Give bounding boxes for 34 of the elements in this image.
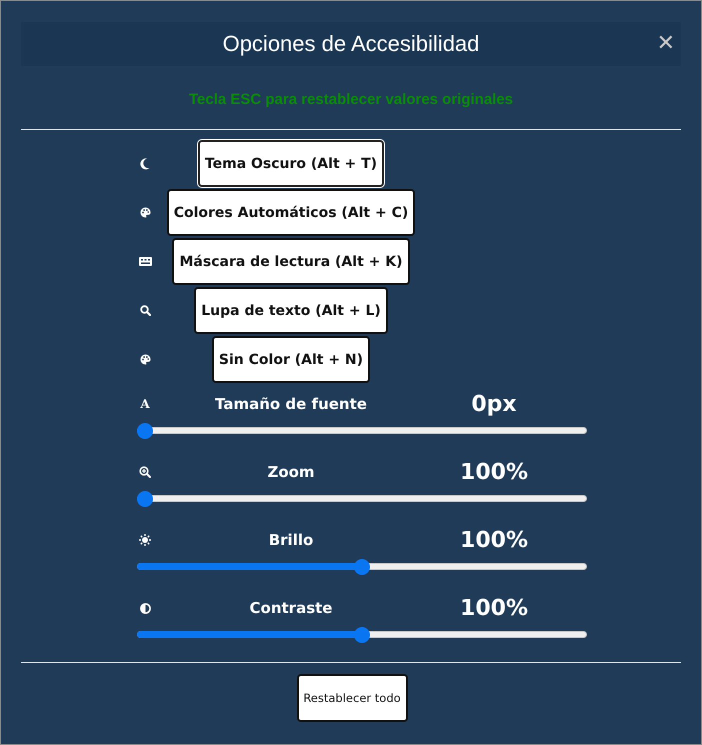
option-button[interactable]: Máscara de lectura (Alt + K) <box>172 238 410 285</box>
slider[interactable] <box>137 423 587 439</box>
slider-label: Tamaño de fuente <box>214 395 368 413</box>
slider-thumb[interactable] <box>354 559 370 575</box>
slider-value: 100% <box>459 460 529 484</box>
slider-value: 100% <box>459 596 529 620</box>
palette-icon <box>140 354 150 365</box>
hint-text: Tecla ESC para restablecer valores originales <box>188 91 514 108</box>
slider[interactable] <box>137 627 587 643</box>
keyboard-icon <box>138 257 152 266</box>
slider-thumb[interactable] <box>137 491 153 507</box>
dialog-title: Opciones de Accesibilidad <box>222 31 480 57</box>
reset-button[interactable]: Restablecer todo <box>296 674 408 722</box>
search-icon <box>140 305 150 316</box>
slider-value: 0px <box>470 392 518 416</box>
slider[interactable] <box>137 491 587 507</box>
sun-icon <box>139 534 151 546</box>
slider-label: Brillo <box>268 531 314 549</box>
zoom-in-icon <box>139 466 151 478</box>
font-size-icon: A <box>140 397 150 411</box>
slider[interactable] <box>137 559 587 575</box>
slider-label: Zoom <box>266 463 316 481</box>
slider-thumb[interactable] <box>137 423 153 439</box>
option-button[interactable]: Lupa de texto (Alt + L) <box>194 287 388 334</box>
contrast-icon <box>140 602 150 614</box>
slider-value: 100% <box>459 528 529 552</box>
option-button[interactable]: Colores Automáticos (Alt + C) <box>166 189 416 236</box>
close-button[interactable]: ✕ <box>652 31 679 57</box>
option-button[interactable]: Tema Oscuro (Alt + T) <box>198 140 384 187</box>
slider-thumb[interactable] <box>354 627 370 643</box>
palette-icon <box>140 207 150 218</box>
option-button[interactable]: Sin Color (Alt + N) <box>212 336 370 383</box>
moon-icon <box>140 158 150 170</box>
slider-label: Contraste <box>248 599 334 617</box>
